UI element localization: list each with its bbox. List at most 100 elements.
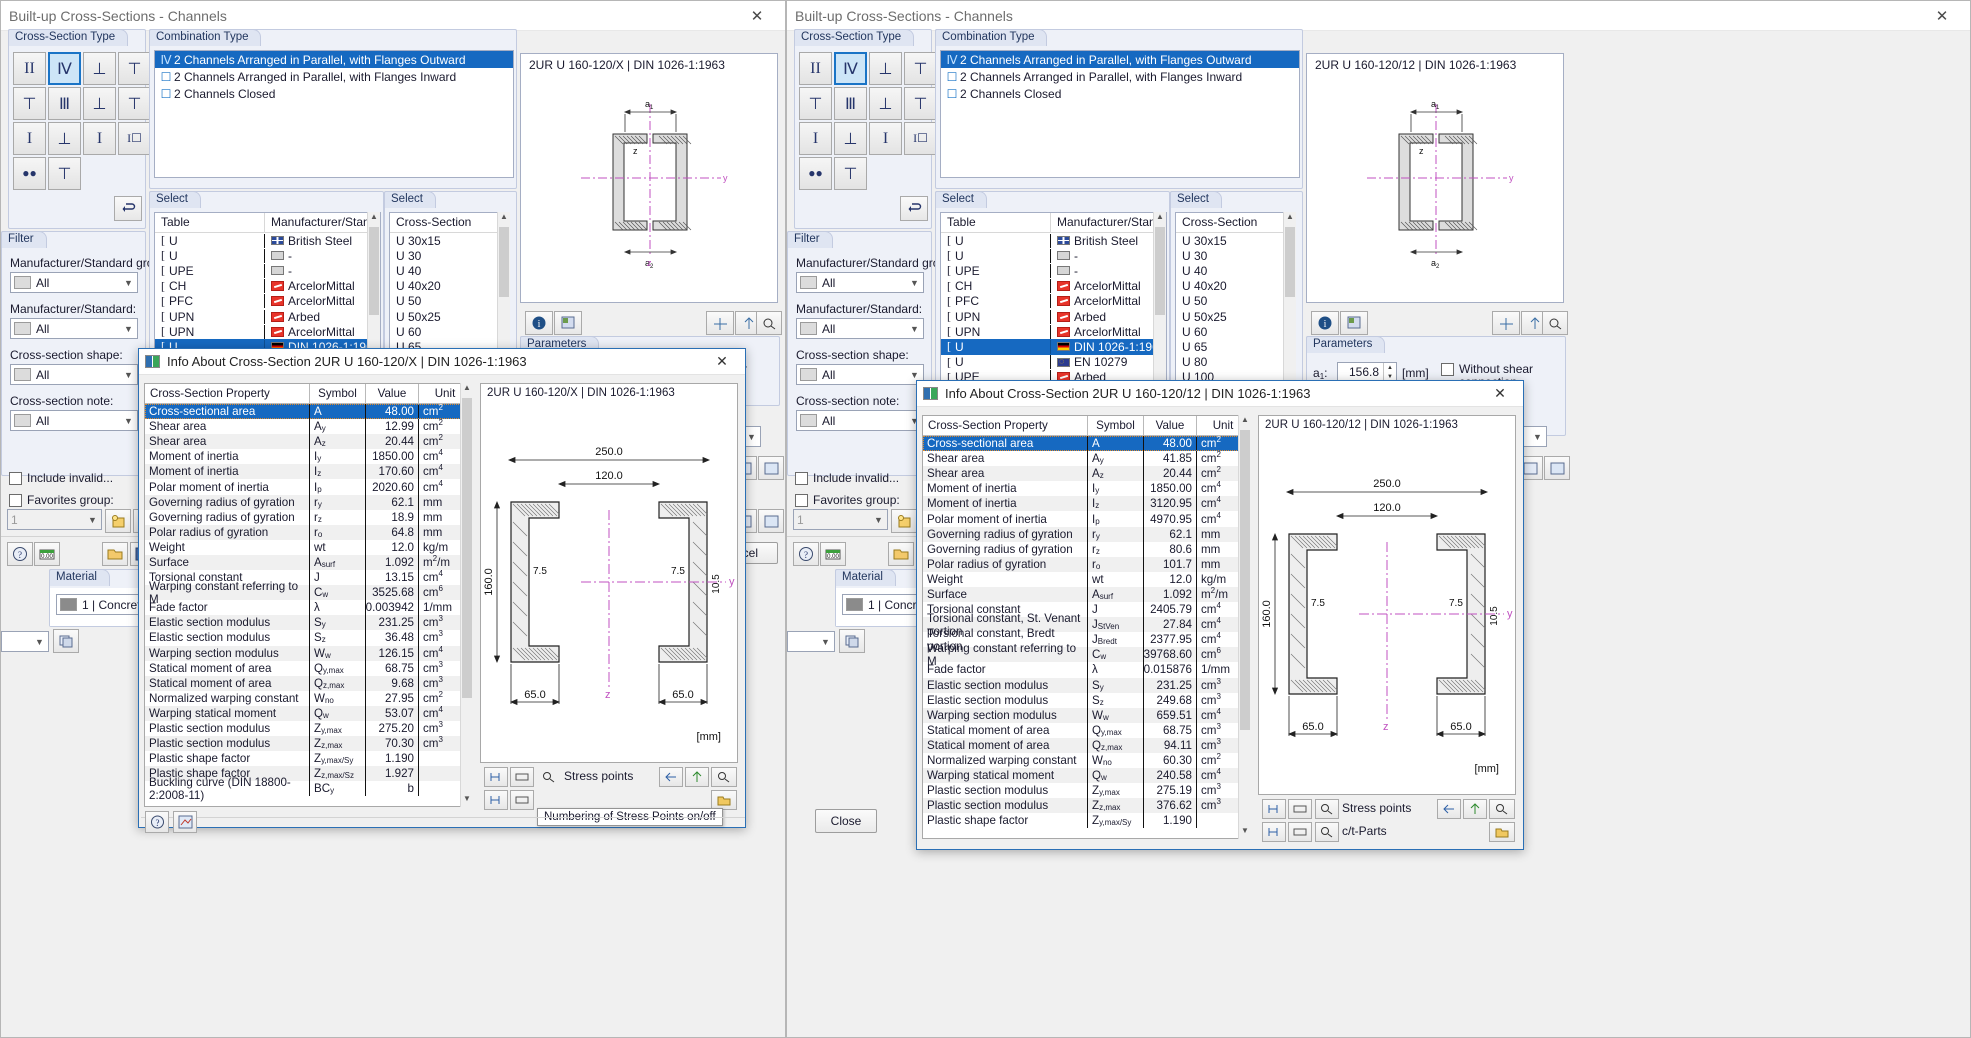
- property-row[interactable]: Weight wt 12.0 kg/m: [923, 571, 1249, 587]
- property-row[interactable]: Governing radius of gyration r z 18.9 mm: [145, 509, 471, 525]
- cs-type-btn-11[interactable]: I: [869, 122, 902, 155]
- info-left-property-table[interactable]: Cross-Section Property Symbol Value Unit…: [144, 383, 472, 807]
- cs-type-btn-3[interactable]: ⊥: [869, 52, 902, 85]
- property-row[interactable]: Surface Asurf 1.092 m 2/m: [145, 554, 471, 571]
- info-button-left[interactable]: i: [525, 311, 553, 335]
- table-row[interactable]: [UPE -: [941, 263, 1166, 278]
- property-row[interactable]: Governing radius of gyration r y 62.1 mm: [145, 494, 471, 510]
- cs-type-btn-6[interactable]: Ⅲ: [834, 87, 867, 120]
- table-row[interactable]: [UPN ArcelorMittal: [155, 324, 380, 339]
- list-item[interactable]: U 50: [1176, 294, 1292, 309]
- scroll-thumb[interactable]: [369, 227, 379, 315]
- combination-type-list-left[interactable]: Ⅳ 2 Channels Arranged in Parallel, with …: [154, 50, 514, 178]
- units-button-left[interactable]: 0.00: [34, 542, 60, 566]
- cs-type-btn-2[interactable]: Ⅳ: [834, 52, 867, 85]
- list-item[interactable]: U 30x15: [390, 233, 506, 248]
- property-row[interactable]: Statical moment of area Qy,max 68.75 cm 3: [923, 722, 1249, 738]
- property-row[interactable]: Moment of inertia Iy 1850.00 cm 4: [145, 448, 471, 465]
- table-row[interactable]: [UPN Arbed: [941, 309, 1166, 324]
- units-button-right[interactable]: 0.00: [820, 542, 846, 566]
- param-extra-button4-left[interactable]: [758, 509, 784, 533]
- list-item[interactable]: U 50x25: [1176, 309, 1292, 324]
- zoom-tool-info-left[interactable]: [711, 767, 737, 787]
- property-row[interactable]: Plastic section modulus Zz,max 376.62 cm 3: [923, 797, 1249, 814]
- scroll-up-arrow[interactable]: ▲: [498, 212, 510, 225]
- cs-type-btn-7[interactable]: ⊥: [869, 87, 902, 120]
- property-row[interactable]: Fade factor λ 0.003942 1/mm: [145, 600, 471, 616]
- table-row[interactable]: [UPE -: [155, 263, 380, 278]
- property-row[interactable]: Polar radius of gyration r o 64.8 mm: [145, 524, 471, 540]
- favorites-group-checkbox-left[interactable]: Favorites group:: [9, 493, 114, 507]
- combination-item-2[interactable]: ☐ 2 Channels Closed: [941, 85, 1299, 102]
- info-right-close-icon[interactable]: ✕: [1483, 385, 1517, 402]
- property-row[interactable]: Elastic section modulus Sy 231.25 cm 3: [145, 614, 471, 631]
- filter-mfr-combo[interactable]: All ▼: [796, 318, 924, 339]
- scroll-down-arrow[interactable]: ▼: [461, 794, 473, 807]
- copy-button-left[interactable]: [53, 629, 79, 653]
- property-row[interactable]: Statical moment of area Qy,max 68.75 cm 3: [145, 660, 471, 676]
- info-left-close-icon[interactable]: ✕: [705, 353, 739, 370]
- property-row[interactable]: Moment of inertia Iz 170.60 cm 4: [145, 463, 471, 480]
- info-right-property-table[interactable]: Cross-Section Property Symbol Value Unit…: [922, 415, 1250, 839]
- ct-parts-toggle2-right[interactable]: [1288, 822, 1312, 842]
- table-row[interactable]: [U DIN 1026-1:1963: [941, 339, 1166, 355]
- scroll-down-arrow[interactable]: ▼: [1239, 826, 1251, 839]
- table-row[interactable]: [PFC ArcelorMittal: [155, 294, 380, 309]
- stress-points-toggle-right[interactable]: [1262, 799, 1286, 819]
- table-row[interactable]: [U -: [155, 248, 380, 263]
- table-row[interactable]: [UPN ArcelorMittal: [941, 324, 1166, 339]
- extra-combo-left[interactable]: ▼: [1, 631, 49, 652]
- scroll-thumb[interactable]: [1285, 227, 1295, 297]
- cs-type-btn-8[interactable]: ⊤: [118, 87, 151, 120]
- table-row[interactable]: [U British Steel: [155, 233, 380, 248]
- cs-detail-button-left[interactable]: [554, 311, 582, 335]
- table-row[interactable]: [U -: [941, 248, 1166, 263]
- cs-type-btn-10[interactable]: ⊥: [834, 122, 867, 155]
- property-row[interactable]: Warping statical moment Qw 240.58 cm 4: [923, 767, 1249, 784]
- property-row[interactable]: Shear area Az 20.44 cm 2: [923, 465, 1249, 482]
- help-button-left[interactable]: ?: [7, 542, 33, 566]
- filter-mfr-group-combo[interactable]: All ▼: [796, 272, 924, 293]
- cs-type-btn-8[interactable]: ⊤: [904, 87, 937, 120]
- cs-type-btn-3[interactable]: ⊥: [83, 52, 116, 85]
- param-extra-button2-right[interactable]: [1544, 456, 1570, 480]
- property-row[interactable]: Shear area Ay 12.99 cm 2: [145, 418, 471, 435]
- property-row[interactable]: Plastic section modulus Zy,max 275.20 cm 3: [145, 720, 471, 737]
- list-item[interactable]: U 30: [1176, 248, 1292, 263]
- ct-parts-toggle-right[interactable]: [1262, 822, 1286, 842]
- property-row[interactable]: Statical moment of area Qz,max 94.11 cm 3: [923, 737, 1249, 753]
- export-button-right[interactable]: [1489, 822, 1515, 842]
- property-row[interactable]: Plastic section modulus Zy,max 275.19 cm 3: [923, 782, 1249, 799]
- scroll-thumb[interactable]: [499, 227, 509, 297]
- cs-type-btn-14[interactable]: ⊤: [48, 157, 81, 190]
- zoom-search-button-right[interactable]: [1542, 311, 1568, 335]
- property-row[interactable]: Plastic shape factor Zy,max/Sy 1.190: [145, 751, 471, 767]
- property-row[interactable]: Buckling curve (DIN 18800-2:2008-11) BC y b: [145, 776, 471, 802]
- cs-type-btn-12[interactable]: I☐: [118, 122, 151, 155]
- property-row[interactable]: Normalized warping constant Wno 60.30 cm 2: [923, 752, 1249, 769]
- info-button-right[interactable]: i: [1311, 311, 1339, 335]
- ct-parts-magnifier-right[interactable]: [1315, 822, 1339, 842]
- ct-parts-toggle-left[interactable]: [484, 790, 508, 810]
- cs-detail-button-right[interactable]: [1340, 311, 1368, 335]
- property-row[interactable]: Weight wt 12.0 kg/m: [145, 539, 471, 555]
- filter-note-combo[interactable]: All ▼: [796, 410, 924, 431]
- new-favorites-group-button-right[interactable]: [891, 509, 917, 533]
- cs-type-btn-5[interactable]: ⊤: [799, 87, 832, 120]
- filter-note-combo[interactable]: All ▼: [10, 410, 138, 431]
- filter-mfr-group-combo[interactable]: All ▼: [10, 272, 138, 293]
- cs-type-btn-7[interactable]: ⊥: [83, 87, 116, 120]
- ct-parts-toggle2-left[interactable]: [510, 790, 534, 810]
- property-row[interactable]: Fade factor λ 0.015876 1/mm: [923, 662, 1249, 678]
- param-extra-button2-left[interactable]: [758, 456, 784, 480]
- new-favorites-group-button-left[interactable]: [105, 509, 131, 533]
- property-row[interactable]: Shear area Az 20.44 cm 2: [145, 433, 471, 450]
- dimension-toggle-left[interactable]: [510, 767, 534, 787]
- scroll-thumb[interactable]: [1240, 430, 1250, 730]
- list-item[interactable]: U 40: [390, 263, 506, 278]
- table-row[interactable]: [CH ArcelorMittal: [155, 279, 380, 294]
- list-item[interactable]: U 40x20: [390, 279, 506, 294]
- combination-type-list-right[interactable]: Ⅳ 2 Channels Arranged in Parallel, with …: [940, 50, 1300, 178]
- favorites-group-combo-left[interactable]: 1 ▼: [7, 509, 102, 530]
- zoom-fit-info-right[interactable]: [1463, 799, 1487, 819]
